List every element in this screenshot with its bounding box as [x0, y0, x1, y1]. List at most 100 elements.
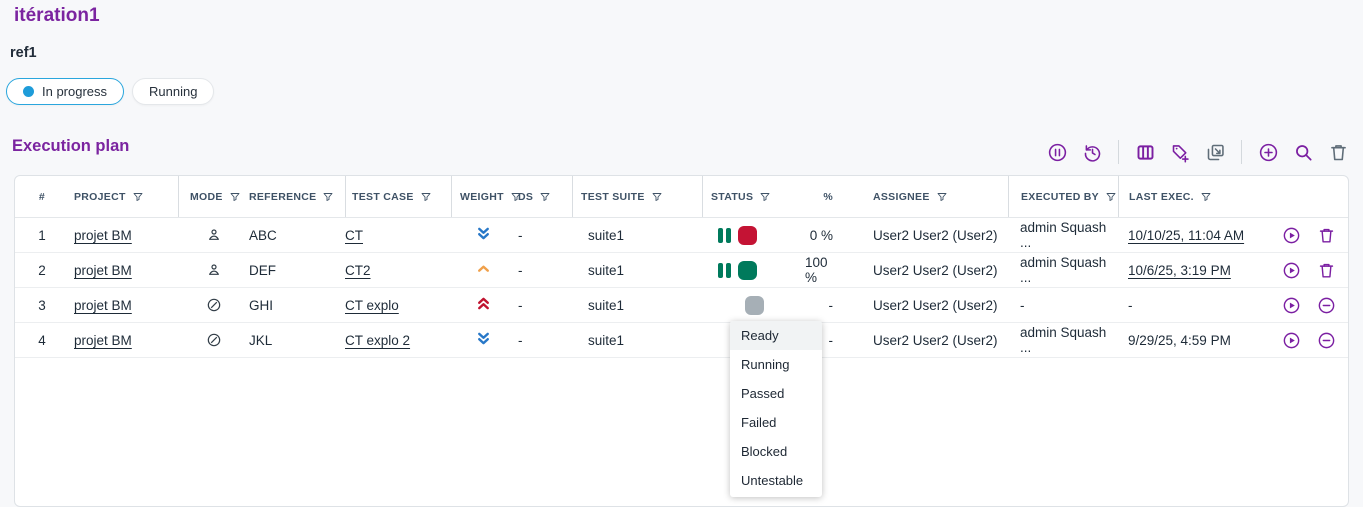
play-icon[interactable]	[1282, 296, 1301, 315]
last-exec-cell: -	[1118, 288, 1252, 322]
menu-item-running[interactable]: Running	[730, 350, 822, 379]
dataset-cell: -	[515, 253, 572, 287]
play-icon[interactable]	[1282, 331, 1301, 350]
project-link[interactable]: projet BM	[74, 228, 132, 243]
reference-cell: ABC	[249, 218, 345, 252]
filter-icon[interactable]	[936, 191, 948, 203]
play-icon[interactable]	[1282, 261, 1301, 280]
header-pct[interactable]: %	[805, 176, 853, 217]
header-assignee[interactable]: ASSIGNEE	[853, 176, 1008, 217]
badge-running[interactable]: Running	[132, 78, 214, 105]
pause-icon[interactable]	[1046, 141, 1068, 163]
history-icon[interactable]	[1081, 141, 1103, 163]
row-index: 4	[15, 323, 69, 357]
assignee-cell: User2 User2 (User2)	[853, 218, 1008, 252]
header-num[interactable]: #	[15, 176, 69, 217]
table-header-row: # PROJECT MODE REFERENCE TEST CASE WEIGH…	[15, 176, 1348, 218]
assignee-cell: User2 User2 (User2)	[853, 288, 1008, 322]
filter-icon[interactable]	[651, 191, 663, 203]
test-case-link[interactable]: CT explo 2	[345, 333, 410, 348]
status-passed-icon[interactable]	[738, 261, 757, 280]
menu-item-ready[interactable]: Ready	[730, 321, 822, 350]
filter-icon[interactable]	[539, 191, 551, 203]
weight-medium-icon	[475, 260, 492, 280]
status-selector[interactable]	[718, 226, 757, 245]
header-ds[interactable]: DS	[515, 176, 572, 217]
table-row: 4 projet BM JKL CT explo 2 - suite1 - Us…	[15, 323, 1348, 358]
filter-icon[interactable]	[229, 191, 241, 203]
badge-in-progress[interactable]: In progress	[6, 78, 124, 105]
remove-row-icon[interactable]	[1317, 296, 1336, 315]
header-mode[interactable]: MODE	[178, 176, 249, 217]
status-dropdown-menu: Ready Running Passed Failed Blocked Unte…	[730, 321, 822, 497]
reference-cell: JKL	[249, 323, 345, 357]
menu-item-failed[interactable]: Failed	[730, 408, 822, 437]
blue-dot-icon	[23, 86, 34, 97]
remove-row-icon[interactable]	[1317, 331, 1336, 350]
reference-cell: GHI	[249, 288, 345, 322]
filter-icon[interactable]	[322, 191, 334, 203]
status-selector[interactable]	[718, 261, 757, 280]
search-icon[interactable]	[1292, 141, 1314, 163]
iteration-page: itération1 ref1 In progress Running Exec…	[0, 0, 1363, 507]
page-title: itération1	[14, 5, 100, 27]
header-test-suite[interactable]: TEST SUITE	[572, 176, 702, 217]
play-icon[interactable]	[1282, 226, 1301, 245]
project-link[interactable]: projet BM	[74, 263, 132, 278]
header-status[interactable]: STATUS	[702, 176, 805, 217]
header-test-case[interactable]: TEST CASE	[345, 176, 451, 217]
filter-icon[interactable]	[1105, 191, 1117, 203]
status-failed-icon[interactable]	[738, 226, 757, 245]
status-ready-icon[interactable]	[745, 296, 764, 315]
weight-low-icon	[475, 225, 492, 245]
toolbar-divider	[1241, 140, 1242, 164]
dataset-cell: -	[515, 323, 572, 357]
test-case-link[interactable]: CT	[345, 228, 363, 243]
delete-row-icon[interactable]	[1317, 226, 1336, 245]
header-reference[interactable]: REFERENCE	[249, 176, 345, 217]
test-case-link[interactable]: CT2	[345, 263, 371, 278]
header-last-exec[interactable]: LAST EXEC.	[1118, 176, 1252, 217]
copy-executions-icon[interactable]	[1204, 141, 1226, 163]
weight-very-high-icon	[475, 295, 492, 315]
progress-cell: 100 %	[805, 253, 853, 287]
columns-icon[interactable]	[1134, 141, 1156, 163]
last-exec-link[interactable]: 10/10/25, 11:04 AM	[1128, 228, 1244, 243]
last-exec-link[interactable]: 10/6/25, 3:19 PM	[1128, 263, 1231, 278]
tag-add-icon[interactable]	[1169, 141, 1191, 163]
status-selector[interactable]	[718, 296, 764, 315]
delete-icon[interactable]	[1327, 141, 1349, 163]
dataset-cell: -	[515, 218, 572, 252]
filter-icon[interactable]	[420, 191, 432, 203]
running-bars-icon	[718, 228, 723, 243]
header-executed-by[interactable]: EXECUTED BY	[1008, 176, 1118, 217]
delete-row-icon[interactable]	[1317, 261, 1336, 280]
test-suite-cell: suite1	[572, 253, 702, 287]
assignee-cell: User2 User2 (User2)	[853, 323, 1008, 357]
executed-by-cell: admin Squash ...	[1008, 323, 1118, 357]
filter-icon[interactable]	[759, 191, 771, 203]
row-index: 3	[15, 288, 69, 322]
filter-icon[interactable]	[132, 191, 144, 203]
running-bars-icon	[726, 263, 731, 278]
project-link[interactable]: projet BM	[74, 298, 132, 313]
status-badges: In progress Running	[6, 78, 214, 105]
dataset-cell: -	[515, 288, 572, 322]
assignee-cell: User2 User2 (User2)	[853, 253, 1008, 287]
execution-plan-title: Execution plan	[12, 137, 129, 156]
project-link[interactable]: projet BM	[74, 333, 132, 348]
menu-item-untestable[interactable]: Untestable	[730, 466, 822, 495]
row-index: 2	[15, 253, 69, 287]
progress-cell: 0 %	[805, 218, 853, 252]
filter-icon[interactable]	[1200, 191, 1212, 203]
table-row: 1 projet BM ABC CT - suite1 0 % User2 Us…	[15, 218, 1348, 253]
menu-item-passed[interactable]: Passed	[730, 379, 822, 408]
test-case-link[interactable]: CT explo	[345, 298, 399, 313]
add-icon[interactable]	[1257, 141, 1279, 163]
header-weight[interactable]: WEIGHT	[451, 176, 515, 217]
header-actions	[1252, 176, 1350, 217]
header-project[interactable]: PROJECT	[69, 176, 178, 217]
manual-mode-icon	[206, 262, 222, 278]
menu-item-blocked[interactable]: Blocked	[730, 437, 822, 466]
table-row: 3 projet BM GHI CT explo - suite1 - User…	[15, 288, 1348, 323]
